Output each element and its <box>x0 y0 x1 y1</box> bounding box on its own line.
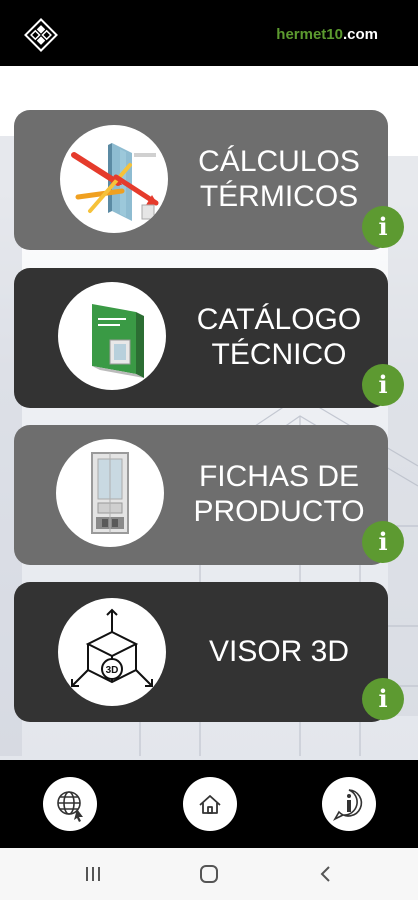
bottom-nav-bar <box>0 760 418 848</box>
top-bar: hermet10.com <box>0 0 418 66</box>
menu-card-image <box>58 282 166 390</box>
window-thermal-icon <box>71 143 159 221</box>
cube-3d-icon: 3D <box>71 608 153 687</box>
info-icon <box>332 789 363 821</box>
info-button[interactable]: i <box>362 521 404 563</box>
menu-card-title: FICHAS DE PRODUCTO <box>174 459 384 529</box>
menu-title-line1: VISOR 3D <box>208 635 350 668</box>
menu-title-line2: TÉRMICOS <box>199 180 359 213</box>
info-button[interactable]: i <box>362 678 404 720</box>
menu-card-title: CÁLCULOS TÉRMICOS <box>174 144 384 214</box>
menu-title-line1: FICHAS DE <box>198 460 360 493</box>
menu-card-title: VISOR 3D <box>174 634 384 669</box>
menu-card-calculos-termicos[interactable]: CÁLCULOS TÉRMICOS i <box>14 110 404 250</box>
menu-card-image <box>60 125 168 233</box>
info-nav-button[interactable] <box>322 777 376 831</box>
globe-button[interactable] <box>43 777 97 831</box>
menu-card-title: CATÁLOGO TÉCNICO <box>174 302 384 372</box>
website-link[interactable]: hermet10.com <box>276 26 378 43</box>
home-button[interactable] <box>183 777 237 831</box>
menu-title-line2: TÉCNICO <box>211 338 347 371</box>
window-profile-icon <box>91 452 129 534</box>
system-nav-bar <box>0 848 418 900</box>
menu-card-catalogo-tecnico[interactable]: CATÁLOGO TÉCNICO i <box>14 268 404 408</box>
info-button[interactable]: i <box>362 206 404 248</box>
menu-card-image <box>56 439 164 547</box>
menu-card-visor-3d[interactable]: 3D VISOR 3D i <box>14 582 404 722</box>
recents-icon[interactable] <box>84 862 102 886</box>
home-icon <box>199 795 221 814</box>
menu-card-image: 3D <box>58 598 166 706</box>
menu-title-line2: PRODUCTO <box>193 495 365 528</box>
hermet-logo-icon[interactable] <box>24 18 58 52</box>
menu-title-line1: CÁLCULOS <box>198 145 360 178</box>
back-icon[interactable] <box>318 862 334 886</box>
home-circle-icon[interactable] <box>198 862 220 886</box>
cube-badge-3d: 3D <box>106 665 119 676</box>
site-suffix: .com <box>342 26 378 43</box>
catalog-book-icon <box>92 304 144 378</box>
site-prefix: hermet10 <box>276 26 343 43</box>
menu-title-line1: CATÁLOGO <box>196 303 362 336</box>
info-button[interactable]: i <box>362 364 404 406</box>
globe-icon <box>57 791 83 822</box>
menu-card-fichas-de-producto[interactable]: FICHAS DE PRODUCTO i <box>14 425 404 565</box>
